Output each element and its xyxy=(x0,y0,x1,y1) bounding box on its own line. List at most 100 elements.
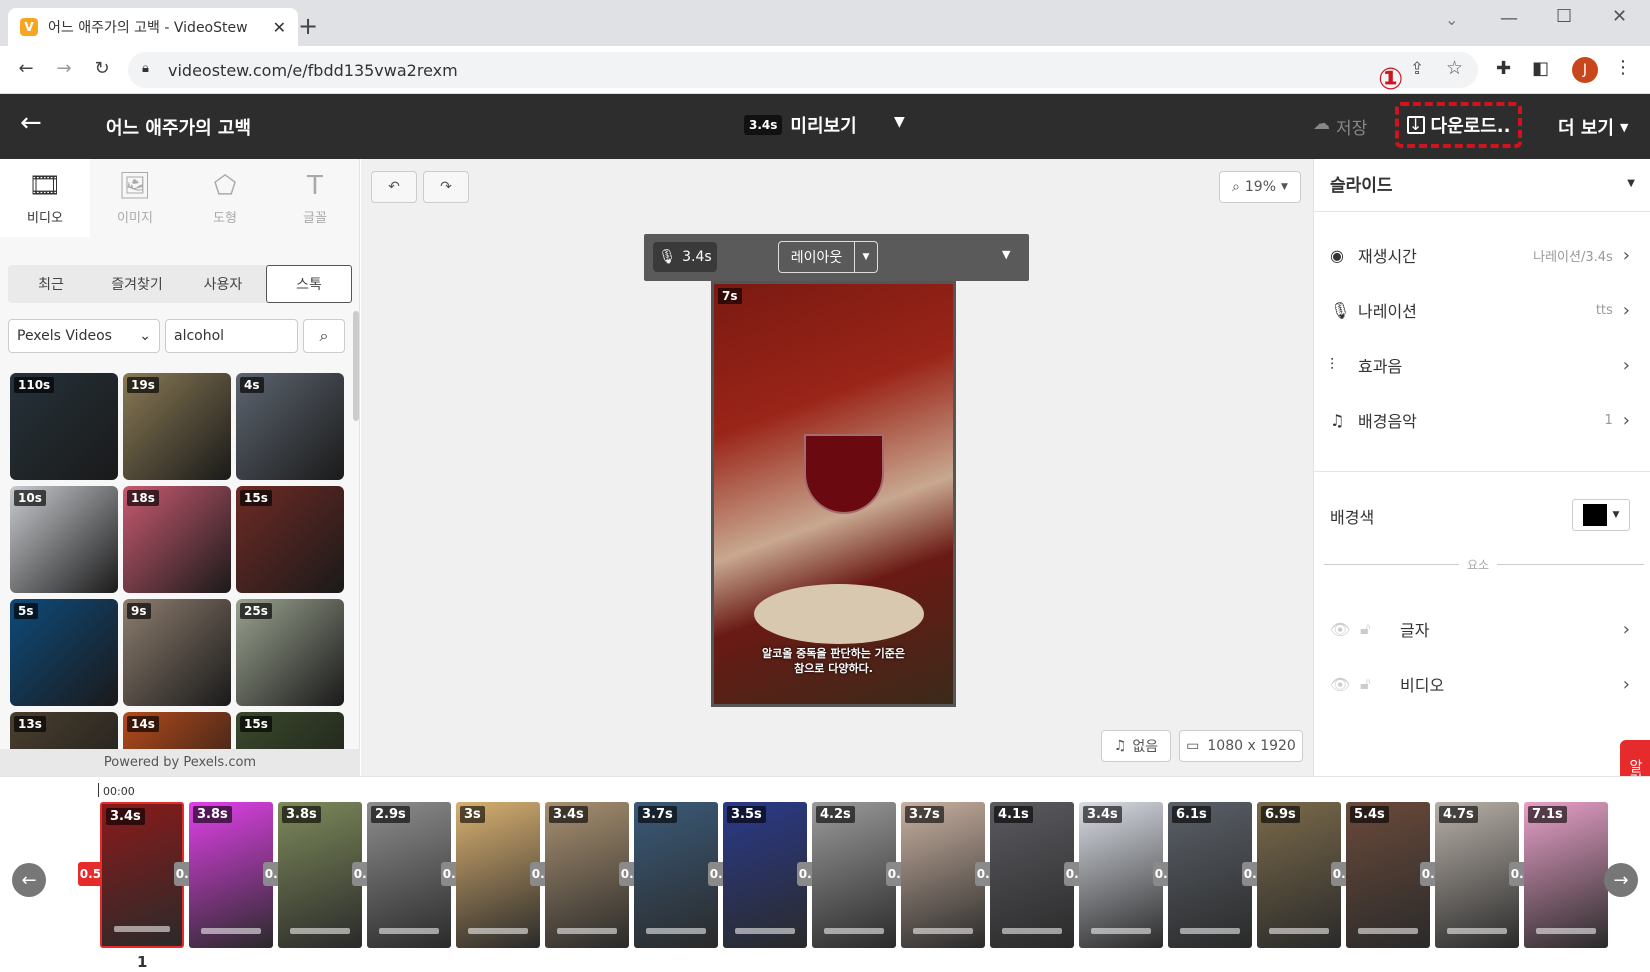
stock-search-input[interactable]: alcohol xyxy=(165,319,298,353)
back-icon[interactable]: ← xyxy=(12,58,40,79)
stock-thumbnail[interactable]: 14s xyxy=(123,712,231,749)
slide-preview[interactable]: 7s 알코올 중독을 판단하는 기준은 참으로 다양하다. xyxy=(711,281,956,707)
timeline-clip[interactable]: 3.5s xyxy=(723,802,807,948)
narration-chip[interactable]: 🎙︎ 3.4s xyxy=(653,242,717,272)
subtab-recent[interactable]: 최근 xyxy=(8,265,94,303)
source-select-value: Pexels Videos xyxy=(17,328,112,344)
property-label: 효과음 xyxy=(1358,357,1403,376)
eye-icon[interactable]: 👁︎ xyxy=(1330,675,1360,694)
layout-button[interactable]: 레이아웃 ▼ xyxy=(778,241,878,273)
clip-caption-bar xyxy=(1358,928,1418,934)
timeline-clip[interactable]: 3s xyxy=(456,802,540,948)
share-icon[interactable]: ⇪ xyxy=(1410,59,1424,79)
eye-icon[interactable]: 👁︎ xyxy=(1330,620,1360,639)
stock-thumbnail[interactable]: 19s xyxy=(123,373,231,480)
sidepanel-icon[interactable]: ◧ xyxy=(1532,58,1549,79)
more-label: 더 보기 xyxy=(1558,118,1614,139)
powered-by: Powered by Pexels.com xyxy=(0,749,360,776)
reload-icon[interactable]: ↻ xyxy=(88,58,116,79)
bg-color-picker[interactable]: ▼ xyxy=(1572,499,1630,531)
timeline-clip[interactable]: 2.9s xyxy=(367,802,451,948)
browser-tab[interactable]: V 어느 애주가의 고백 - VideoStew ✕ xyxy=(8,8,298,46)
thumbnail-duration: 5s xyxy=(14,603,38,619)
tab-label: 이미지 xyxy=(117,210,153,226)
subtab-user[interactable]: 사용자 xyxy=(180,265,266,303)
subtab-stock[interactable]: 스톡 xyxy=(266,265,352,303)
timeline-clip[interactable]: 3.7s xyxy=(634,802,718,948)
new-tab-icon[interactable]: + xyxy=(298,12,318,40)
bookmark-star-icon[interactable]: ☆ xyxy=(1446,57,1463,79)
timeline-clip[interactable]: 6.1s xyxy=(1168,802,1252,948)
clip-caption-bar xyxy=(913,928,973,934)
timeline-clip[interactable]: 3.8s xyxy=(189,802,273,948)
timeline-clip[interactable]: 3.4s xyxy=(545,802,629,948)
stock-thumbnail[interactable]: 25s xyxy=(236,599,344,706)
element-row-video[interactable]: 👁︎ 🔓︎ 비디오 › xyxy=(1330,664,1630,704)
scroll-left-button[interactable]: ← xyxy=(12,863,46,897)
timeline-clip[interactable]: 7.1s xyxy=(1524,802,1608,948)
preview-button[interactable]: 3.4s 미리보기 xyxy=(744,112,857,138)
scroll-right-button[interactable]: → xyxy=(1604,863,1638,897)
stock-thumbnail[interactable]: 10s xyxy=(10,486,118,593)
minimize-icon[interactable]: — xyxy=(1500,8,1518,29)
search-button[interactable]: ⌕ xyxy=(303,319,345,353)
stock-thumbnail[interactable]: 15s xyxy=(236,486,344,593)
tab-image[interactable]: 🖼︎ 이미지 xyxy=(90,159,180,237)
stock-thumbnail[interactable]: 18s xyxy=(123,486,231,593)
preview-label: 미리보기 xyxy=(790,116,857,137)
property-row-duration[interactable]: ◉ 재생시간 나레이션/3.4s › xyxy=(1330,235,1630,275)
mic-icon: 🎙︎ xyxy=(658,249,677,265)
stock-thumbnail[interactable]: 15s xyxy=(236,712,344,749)
download-button[interactable]: ↓ 다운로드.. xyxy=(1395,102,1522,148)
source-select[interactable]: Pexels Videos ⌄ xyxy=(8,319,160,353)
timeline-clip[interactable]: 3.8s xyxy=(278,802,362,948)
lock-icon[interactable]: 🔓︎ xyxy=(1360,674,1400,694)
scrollbar[interactable] xyxy=(353,311,359,421)
address-bar[interactable]: 🔒︎ videostew.com/e/fbdd135vwa2rexm ⇪ ☆ xyxy=(128,52,1478,88)
stock-thumbnail[interactable]: 5s xyxy=(10,599,118,706)
back-arrow-icon[interactable]: ← xyxy=(20,108,42,138)
timeline-clip[interactable]: 3.7s xyxy=(901,802,985,948)
stock-thumbnail[interactable]: 9s xyxy=(123,599,231,706)
timeline-clip[interactable]: 4.7s xyxy=(1435,802,1519,948)
close-tab-icon[interactable]: ✕ xyxy=(273,18,286,37)
tab-shape[interactable]: ⬠ 도형 xyxy=(180,159,270,237)
stock-thumbnail[interactable]: 110s xyxy=(10,373,118,480)
timeline-clip[interactable]: 3.4s xyxy=(100,802,184,948)
resolution-button[interactable]: ▭ 1080 x 1920 xyxy=(1179,730,1303,762)
preview-dropdown-icon[interactable]: ▼ xyxy=(894,114,905,130)
property-row-sfx[interactable]: ⫶ 효과음 › xyxy=(1330,345,1630,385)
forward-icon[interactable]: → xyxy=(50,58,78,79)
tab-search-icon[interactable]: ⌄ xyxy=(1445,10,1458,29)
close-window-icon[interactable]: ✕ xyxy=(1612,6,1627,27)
toolbar-collapse-icon[interactable]: ▼ xyxy=(1002,248,1010,261)
timeline-clip[interactable]: 5.4s xyxy=(1346,802,1430,948)
lock-icon[interactable]: 🔓︎ xyxy=(1360,619,1400,639)
stock-thumbnail[interactable]: 4s xyxy=(236,373,344,480)
timeline-clip[interactable]: 6.9s xyxy=(1257,802,1341,948)
property-row-narration[interactable]: 🎙︎ 나레이션 tts › xyxy=(1330,290,1630,330)
browser-menu-icon[interactable]: ⋮ xyxy=(1614,57,1632,78)
property-row-bgm[interactable]: ♫ 배경음악 1 › xyxy=(1330,400,1630,440)
clip-duration: 6.9s xyxy=(1261,806,1300,823)
zoom-select[interactable]: ⌕ 19% ▼ xyxy=(1219,171,1301,203)
profile-avatar[interactable]: J xyxy=(1572,57,1598,83)
undo-button[interactable]: ↶ xyxy=(371,171,417,203)
maximize-icon[interactable]: ☐ xyxy=(1556,6,1572,27)
music-button[interactable]: ♫ 없음 xyxy=(1101,730,1171,762)
redo-button[interactable]: ↷ xyxy=(423,171,469,203)
tab-video[interactable]: 🎞︎ 비디오 xyxy=(0,159,90,237)
timeline-clip[interactable]: 4.1s xyxy=(990,802,1074,948)
tab-font[interactable]: T 글꼴 xyxy=(270,159,360,237)
arrow-left-icon: ← xyxy=(21,869,37,891)
element-row-text[interactable]: 👁︎ 🔓︎ 글자 › xyxy=(1330,609,1630,649)
extensions-icon[interactable]: ✚ xyxy=(1496,58,1511,79)
more-menu[interactable]: 더 보기 ▼ xyxy=(1558,114,1628,140)
timeline-clip[interactable]: 4.2s xyxy=(812,802,896,948)
save-button[interactable]: ☁ 저장 xyxy=(1313,114,1367,139)
subtab-favorites[interactable]: 즐겨찾기 xyxy=(94,265,180,303)
thumbnail-duration: 19s xyxy=(127,377,159,393)
stock-thumbnail[interactable]: 13s xyxy=(10,712,118,749)
slide-section-header[interactable]: 슬라이드 ▼ xyxy=(1330,171,1635,196)
timeline-clip[interactable]: 3.4s xyxy=(1079,802,1163,948)
